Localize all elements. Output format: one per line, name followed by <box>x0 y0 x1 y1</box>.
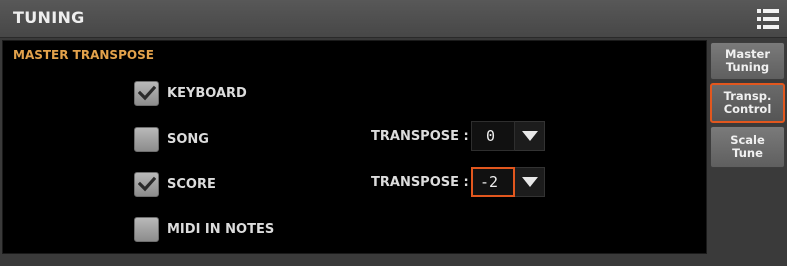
midi-in-notes-option[interactable]: MIDI IN NOTES <box>134 215 274 243</box>
sidebar: Master Tuning Transp. Control Scale Tune <box>710 40 787 266</box>
list-menu-icon[interactable] <box>757 9 779 29</box>
score-label: SCORE <box>167 176 216 192</box>
score-transpose-label: TRANSPOSE : <box>371 174 469 190</box>
keyboard-label: KEYBOARD <box>167 85 247 101</box>
master-transpose-panel: MASTER TRANSPOSE KEYBOARD SONG SCORE MID… <box>2 40 707 254</box>
tab-label: Tuning <box>725 60 770 74</box>
checkmark-icon <box>137 176 156 192</box>
section-title: MASTER TRANSPOSE <box>13 48 154 62</box>
song-transpose-value[interactable]: 0 <box>471 121 515 151</box>
checkmark-icon <box>137 85 156 101</box>
score-transpose: TRANSPOSE : -2 <box>371 167 545 197</box>
tab-scale-tune[interactable]: Scale Tune <box>710 126 785 168</box>
score-checkbox[interactable] <box>134 171 159 197</box>
song-transpose-label: TRANSPOSE : <box>371 128 469 144</box>
page-title: TUNING <box>13 8 85 27</box>
tab-transp-control[interactable]: Transp. Control <box>710 83 785 123</box>
tab-label: Tune <box>732 146 763 160</box>
midi-in-notes-checkbox[interactable] <box>134 216 159 242</box>
song-label: SONG <box>167 131 209 147</box>
song-option[interactable]: SONG <box>134 125 209 153</box>
tab-master-tuning[interactable]: Master Tuning <box>710 42 785 80</box>
score-option[interactable]: SCORE <box>134 170 216 198</box>
song-transpose-dropdown-button[interactable] <box>515 121 545 151</box>
title-bar: TUNING <box>0 0 787 38</box>
score-transpose-dropdown-button[interactable] <box>515 167 545 197</box>
tab-label: Control <box>723 102 772 116</box>
song-checkbox[interactable] <box>134 126 159 152</box>
song-transpose: TRANSPOSE : 0 <box>371 121 545 151</box>
keyboard-checkbox[interactable] <box>134 80 159 106</box>
midi-in-notes-label: MIDI IN NOTES <box>167 221 275 237</box>
chevron-down-icon <box>521 131 538 141</box>
chevron-down-icon <box>521 177 538 187</box>
score-transpose-value[interactable]: -2 <box>471 167 515 197</box>
keyboard-option[interactable]: KEYBOARD <box>134 79 247 107</box>
